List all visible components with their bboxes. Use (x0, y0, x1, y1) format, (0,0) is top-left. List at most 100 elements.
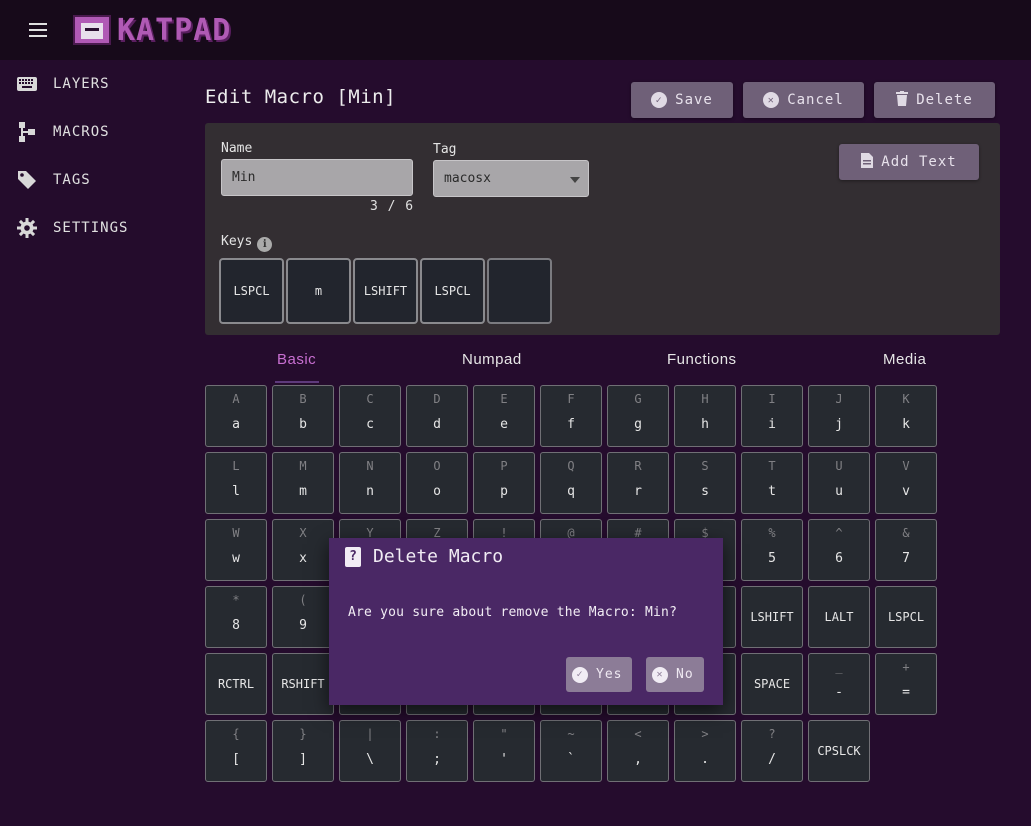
tag-select[interactable]: macosx (433, 160, 589, 197)
keyboard-key[interactable]: + = (875, 653, 937, 715)
key-label: = (902, 685, 910, 700)
key-shift-label: M (299, 459, 307, 473)
keyboard-key[interactable]: Bb (272, 385, 334, 447)
keyboard-key[interactable]: Nn (339, 452, 401, 514)
keyboard-key[interactable]: Vv (875, 452, 937, 514)
key-shift-label: C (366, 392, 374, 406)
sidebar-item-layers[interactable]: LAYERS (0, 60, 150, 108)
tab-functions[interactable]: Functions (667, 351, 737, 389)
key-shift-label: F (567, 392, 575, 406)
key-label: b (299, 417, 307, 432)
keyboard-key[interactable]: Ww (205, 519, 267, 581)
keyboard-key[interactable]: Cc (339, 385, 401, 447)
macro-key-slot[interactable]: LSPCL (420, 258, 485, 324)
keyboard-key[interactable]: * 8 (205, 586, 267, 648)
keyboard-key[interactable]: CPSLCK (808, 720, 870, 782)
macro-key-slot-empty[interactable] (487, 258, 552, 324)
sidebar-item-tags[interactable]: TAGS (0, 156, 150, 204)
tab-numpad[interactable]: Numpad (462, 351, 522, 389)
keyboard-key[interactable]: LSHIFT (741, 586, 803, 648)
page-title: Edit Macro [Min] (205, 86, 397, 108)
keyboard-key[interactable]: Ss (674, 452, 736, 514)
yes-button[interactable]: ✓ Yes (566, 657, 633, 692)
key-label: 5 (768, 551, 776, 566)
key-shift-label: { (232, 727, 240, 741)
keyboard-key[interactable]: {[ (205, 720, 267, 782)
key-shift-label: I (768, 392, 776, 406)
macro-key-slot[interactable]: LSPCL (219, 258, 284, 324)
keyboard-key[interactable]: Ii (741, 385, 803, 447)
keyboard-key[interactable]: <, (607, 720, 669, 782)
macro-form-card: Name Min 3 / 6 Tag macosx Add Text Keys i… (205, 123, 1000, 335)
sidebar-item-macros[interactable]: MACROS (0, 108, 150, 156)
key-label: p (500, 484, 508, 499)
keyboard-key[interactable]: _ - (808, 653, 870, 715)
keyboard-key[interactable]: Ee (473, 385, 535, 447)
keyboard-key[interactable]: Qq (540, 452, 602, 514)
key-label: x (299, 551, 307, 566)
keyboard-key[interactable]: Pp (473, 452, 535, 514)
key-shift-label: T (768, 459, 776, 473)
keyboard-key[interactable]: RSHIFT (272, 653, 334, 715)
menu-icon[interactable] (29, 23, 47, 37)
keyboard-key[interactable]: Ll (205, 452, 267, 514)
tab-media[interactable]: Media (883, 351, 926, 389)
keyboard-key[interactable]: RCTRL (205, 653, 267, 715)
keyboard-key[interactable]: Ff (540, 385, 602, 447)
macro-key-slot[interactable]: LSHIFT (353, 258, 418, 324)
keyboard-key[interactable]: ? / (741, 720, 803, 782)
key-label: v (902, 484, 910, 499)
keyboard-key[interactable]: ~ ` (540, 720, 602, 782)
key-label: LSPCL (887, 610, 925, 624)
keyboard-key[interactable]: LSPCL (875, 586, 937, 648)
keys-label: Keys i (221, 234, 273, 252)
key-shift-label: ^ (835, 526, 843, 540)
keyboard-key[interactable]: Uu (808, 452, 870, 514)
sidebar: LAYERS MACROS TAGS SETTINGS (0, 60, 150, 826)
keyboard-key[interactable]: Aa (205, 385, 267, 447)
no-button[interactable]: ✕ No (646, 657, 704, 692)
keyboard-key[interactable]: Xx (272, 519, 334, 581)
keyboard-key[interactable]: (9 (272, 586, 334, 648)
keyboard-key[interactable]: Kk (875, 385, 937, 447)
caret-down-icon (570, 177, 580, 183)
keyboard-key[interactable]: Hh (674, 385, 736, 447)
cancel-button[interactable]: ✕ Cancel (743, 82, 864, 118)
tab-basic[interactable]: Basic (277, 351, 316, 389)
add-text-button[interactable]: Add Text (839, 144, 979, 180)
sidebar-item-settings[interactable]: SETTINGS (0, 204, 150, 252)
keyboard-key[interactable]: LALT (808, 586, 870, 648)
keyboard-key[interactable]: " ' (473, 720, 535, 782)
delete-button-label: Delete (916, 92, 973, 108)
macro-key-slot[interactable]: m (286, 258, 351, 324)
keyboard-key[interactable]: Tt (741, 452, 803, 514)
keyboard-key[interactable]: Oo (406, 452, 468, 514)
save-button[interactable]: ✓ Save (631, 82, 733, 118)
keyboard-key[interactable]: Mm (272, 452, 334, 514)
key-label: 6 (835, 551, 843, 566)
key-label: q (567, 484, 575, 499)
gear-icon (16, 217, 38, 239)
keyboard-key[interactable]: & 7 (875, 519, 937, 581)
delete-button[interactable]: Delete (874, 82, 995, 118)
key-label: e (500, 417, 508, 432)
key-shift-label: U (835, 459, 843, 473)
keyboard-key[interactable]: % 5 (741, 519, 803, 581)
keyboard-key[interactable]: SPACE (741, 653, 803, 715)
keyboard-key[interactable]: Rr (607, 452, 669, 514)
name-field[interactable]: Min (221, 159, 413, 196)
keyboard-key[interactable]: }] (272, 720, 334, 782)
keyboard-key[interactable]: >. (674, 720, 736, 782)
info-icon[interactable]: i (257, 237, 273, 252)
keyboard-key[interactable]: Gg (607, 385, 669, 447)
keyboard-key[interactable]: :; (406, 720, 468, 782)
keyboard-key[interactable]: Jj (808, 385, 870, 447)
keyboard-key[interactable]: Dd (406, 385, 468, 447)
file-text-icon (861, 152, 874, 172)
key-label: RCTRL (217, 677, 255, 691)
keyboard-key[interactable]: | \ (339, 720, 401, 782)
key-label: ' (500, 752, 508, 767)
dialog-message: Are you sure about remove the Macro: Min… (348, 605, 678, 620)
keyboard-key[interactable]: ^ 6 (808, 519, 870, 581)
name-label: Name (221, 141, 253, 156)
